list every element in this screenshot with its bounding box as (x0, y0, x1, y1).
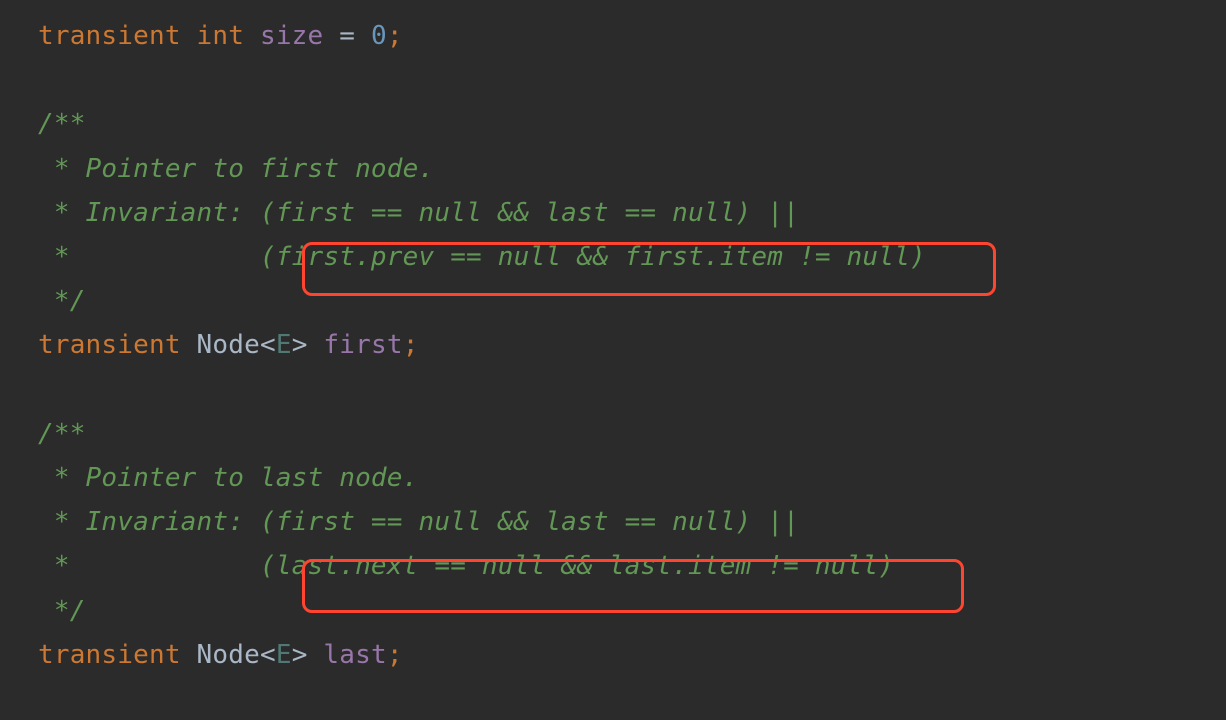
angle-bracket: > (292, 640, 308, 670)
code-line: transient Node<E> first; (38, 330, 419, 360)
highlighted-segment-2: (last.next == null && last.item != null) (260, 551, 894, 581)
angle-bracket: > (292, 330, 308, 360)
javadoc-line: * Invariant: (first == null && last == n… (38, 198, 799, 228)
type-param: E (276, 330, 292, 360)
javadoc-line: */ (38, 596, 86, 626)
highlighted-segment-1: (first.prev == null && first.item != nul… (260, 242, 926, 272)
operator: = (323, 21, 371, 51)
javadoc-line: * Pointer to last node. (38, 463, 418, 493)
javadoc-line: /** (38, 109, 86, 139)
javadoc-line: /** (38, 419, 86, 449)
keyword: int (197, 21, 245, 51)
javadoc-line: * (first.prev == null && first.item != n… (38, 242, 926, 272)
javadoc-line: * (last.next == null && last.item != nul… (38, 551, 894, 581)
type-name: Node (197, 330, 260, 360)
keyword: transient (38, 640, 181, 670)
keyword: transient (38, 21, 181, 51)
field-name: first (323, 330, 402, 360)
code-line: transient Node<E> last; (38, 640, 403, 670)
angle-bracket: < (260, 640, 276, 670)
code-line: transient int size = 0; (38, 21, 403, 51)
type-param: E (276, 640, 292, 670)
javadoc-line: * Invariant: (first == null && last == n… (38, 507, 799, 537)
semicolon: ; (403, 330, 419, 360)
type-name: Node (197, 640, 260, 670)
number-literal: 0 (371, 21, 387, 51)
code-editor-view[interactable]: transient int size = 0; /** * Pointer to… (0, 0, 1226, 677)
field-name: last (323, 640, 386, 670)
javadoc-line: * Pointer to first node. (38, 154, 434, 184)
semicolon: ; (387, 21, 403, 51)
javadoc-line: */ (38, 286, 86, 316)
keyword: transient (38, 330, 181, 360)
field-name: size (260, 21, 323, 51)
angle-bracket: < (260, 330, 276, 360)
semicolon: ; (387, 640, 403, 670)
